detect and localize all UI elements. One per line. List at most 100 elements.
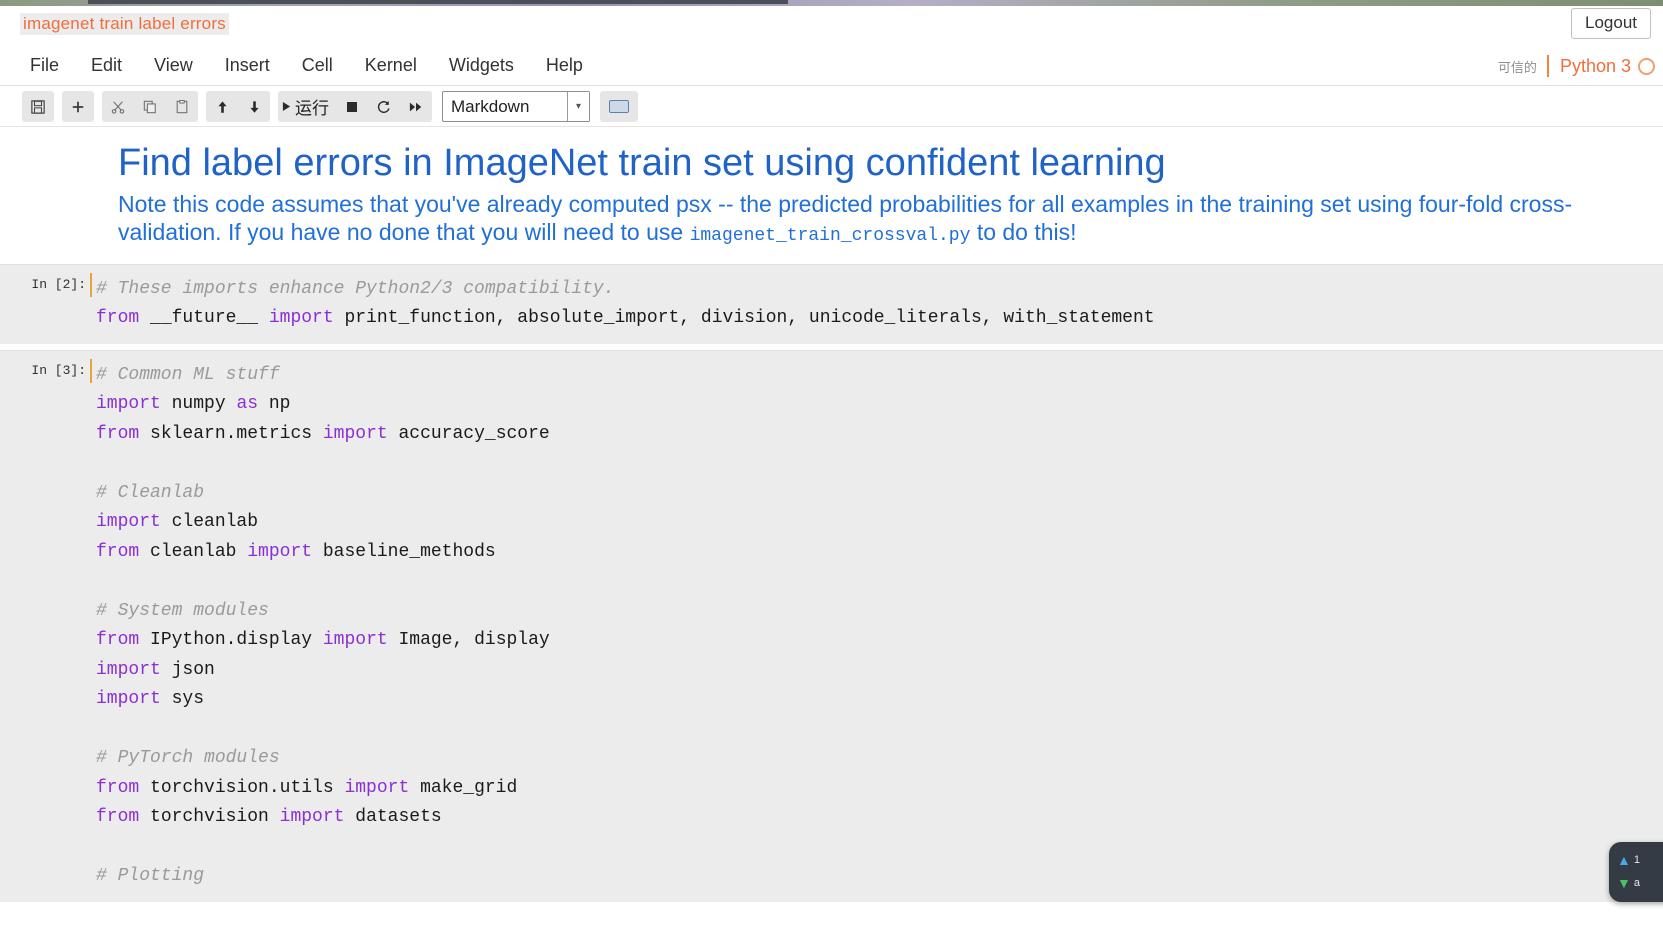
menu-bar: File Edit View Insert Cell Kernel Widget…: [0, 44, 1663, 86]
code-line: import cleanlab: [96, 508, 1663, 538]
menu-item-edit[interactable]: Edit: [75, 53, 138, 78]
menu-item-view[interactable]: View: [138, 53, 209, 78]
menu-item-widgets[interactable]: Widgets: [433, 53, 530, 78]
code-cell[interactable]: In [2]: # These imports enhance Python2/3…: [0, 263, 1663, 344]
code-cell-list: In [2]: # These imports enhance Python2/3…: [0, 263, 1663, 902]
code-text: cleanlab: [160, 512, 259, 533]
code-comment: # Common ML stuff: [96, 364, 280, 385]
code-comment: # Plotting: [96, 866, 205, 887]
cell-type-dropdown[interactable]: Markdown ▾: [442, 91, 590, 122]
paste-button[interactable]: [166, 91, 198, 122]
menu-item-kernel[interactable]: Kernel: [349, 53, 433, 78]
trusted-badge: 可信的: [1497, 59, 1537, 75]
restart-circle-icon: [377, 100, 390, 113]
kernel-name-label: Python 3: [1559, 55, 1631, 76]
code-keyword: import: [268, 308, 334, 329]
code-editor[interactable]: # Common ML stuff import numpy as np from …: [96, 361, 1663, 892]
code-keyword: from: [96, 807, 140, 828]
command-palette-button[interactable]: [600, 91, 638, 122]
save-button[interactable]: [22, 91, 54, 122]
code-text: numpy: [160, 394, 237, 415]
code-text: accuracy_score: [387, 423, 550, 444]
menu-items: File Edit View Insert Cell Kernel Widget…: [14, 53, 599, 78]
copy-icon: [143, 100, 156, 113]
code-text: baseline_methods: [312, 541, 496, 562]
code-text: torchvision: [139, 807, 280, 828]
markdown-heading: Find label errors in ImageNet train set …: [118, 142, 1166, 184]
code-keyword: import: [322, 423, 388, 444]
code-line: import numpy as np: [96, 390, 1663, 420]
markdown-subtext: Note this code assumes that you've alrea…: [118, 190, 1608, 248]
logout-button[interactable]: Logout: [1571, 8, 1651, 39]
code-text: __future__: [139, 308, 269, 329]
download-speed-text: a: [1633, 876, 1640, 889]
toolbar-group-clipboard: [102, 91, 198, 122]
cut-button[interactable]: [102, 91, 134, 122]
code-line: from torchvision import datasets: [96, 803, 1663, 833]
code-keyword: import: [96, 659, 161, 680]
menu-item-help[interactable]: Help: [530, 53, 599, 78]
code-line: # PyTorch modules: [96, 744, 1663, 774]
code-keyword: import: [96, 512, 161, 533]
play-triangle-icon: [282, 102, 291, 111]
toolbar-inner: 运行 Markdown ▾: [22, 91, 638, 122]
code-comment: # Cleanlab: [96, 482, 205, 503]
move-cell-up-button[interactable]: [206, 91, 238, 122]
markdown-cell[interactable]: Find label errors in ImageNet train set …: [0, 128, 1663, 258]
code-line: # Common ML stuff: [96, 361, 1663, 391]
code-text: Image, display: [387, 630, 550, 651]
move-cell-down-button[interactable]: [238, 91, 270, 122]
menu-item-cell[interactable]: Cell: [286, 53, 349, 78]
code-line: from sklearn.metrics import accuracy_sco…: [96, 420, 1663, 450]
code-text: print_function, absolute_import, divisio…: [333, 308, 1155, 329]
code-text: np: [258, 394, 291, 415]
cell-selection-bar: [90, 358, 92, 383]
run-cell-button[interactable]: 运行: [278, 91, 336, 122]
code-line: # These imports enhance Python2/3 compat…: [96, 275, 1663, 305]
chevron-down-icon[interactable]: ▾: [567, 92, 589, 121]
stop-square-icon: [347, 101, 357, 112]
markdown-inline-code: imagenet_train_crossval.py: [689, 225, 971, 246]
interrupt-kernel-button[interactable]: [336, 91, 368, 122]
code-keyword: from: [96, 541, 140, 562]
fast-forward-icon: [409, 102, 422, 111]
code-keyword: import: [279, 807, 345, 828]
kernel-indicator-area: 可信的 Python 3: [1498, 55, 1655, 77]
code-text: sys: [160, 689, 205, 710]
code-line: import sys: [96, 685, 1663, 715]
menu-item-file[interactable]: File: [14, 53, 75, 78]
restart-kernel-button[interactable]: [368, 91, 400, 122]
add-cell-button[interactable]: [62, 91, 94, 122]
input-prompt: In [3]:: [31, 362, 86, 378]
code-comment: # These imports enhance Python2/3 compat…: [96, 278, 615, 299]
code-keyword: import: [247, 541, 313, 562]
code-editor[interactable]: # These imports enhance Python2/3 compat…: [96, 275, 1663, 334]
paste-icon: [176, 99, 188, 113]
network-speed-widget[interactable]: ▲ 1 ▼ a: [1609, 842, 1663, 902]
code-keyword: as: [236, 394, 259, 415]
notebook-title[interactable]: imagenet train label errors: [20, 13, 229, 35]
code-keyword: import: [344, 777, 410, 798]
circle-idle-icon[interactable]: [1638, 57, 1655, 75]
code-cell[interactable]: In [3]: # Common ML stuff import numpy as …: [0, 349, 1663, 902]
code-keyword: from: [96, 308, 140, 329]
keyboard-icon: [609, 100, 629, 113]
code-line: from torchvision.utils import make_grid: [96, 774, 1663, 804]
copy-button[interactable]: [134, 91, 166, 122]
menu-item-insert[interactable]: Insert: [209, 53, 286, 78]
code-text: datasets: [344, 807, 442, 828]
code-text: IPython.display: [139, 630, 323, 651]
notebook-body[interactable]: Find label errors in ImageNet train set …: [0, 128, 1663, 946]
code-keyword: import: [322, 630, 388, 651]
run-cell-label: 运行: [295, 99, 329, 118]
restart-and-run-all-button[interactable]: [400, 91, 432, 122]
code-line: import json: [96, 656, 1663, 686]
kernel-divider: [1546, 55, 1549, 77]
arrow-down-icon: ▼: [1617, 874, 1631, 891]
code-keyword: from: [96, 777, 140, 798]
floppy-save-icon: [31, 99, 45, 114]
cell-selection-bar: [90, 272, 92, 297]
